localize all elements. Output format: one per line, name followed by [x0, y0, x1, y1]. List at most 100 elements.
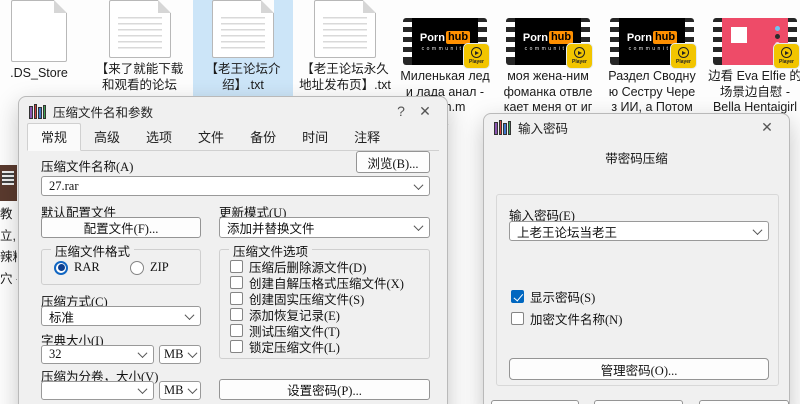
close-icon[interactable]: ✕ [413, 103, 437, 120]
qr-code-icon [731, 27, 747, 43]
archive-format-legend: 压缩文件格式 [51, 241, 135, 260]
cancel-button-partial[interactable] [594, 400, 683, 404]
help-button[interactable]: ? [389, 103, 413, 119]
player-badge-icon: Player [463, 43, 490, 69]
archive-options-group: 压缩文件选项 压缩后删除源文件(D) 创建自解压格式压缩文件(X) 创建固实压缩… [219, 241, 430, 359]
player-badge-icon: Player [773, 43, 800, 69]
pornhub-community-text: community [421, 46, 469, 52]
checkbox-encrypt-file-names[interactable]: 加密文件名称(N) [511, 309, 622, 328]
tab-backup[interactable]: 备份 [237, 124, 289, 150]
winrar-icon [494, 119, 511, 135]
archive-name-combobox[interactable]: 27.rar [41, 176, 430, 196]
chevron-down-icon[interactable] [187, 384, 198, 395]
checkbox[interactable] [230, 324, 243, 337]
file-name: 场景边自慰 - [719, 84, 791, 99]
tab-files[interactable]: 文件 [185, 124, 237, 150]
checkbox[interactable] [230, 340, 243, 353]
file-name: 地址发布页】.txt [299, 77, 391, 92]
archive-format-group: 压缩文件格式 RAR ZIP [41, 241, 201, 285]
dictionary-unit-value: MB [164, 347, 184, 361]
video-file-3[interactable]: Porn hub community Player Раздел Сводну ю… [602, 0, 702, 116]
chevron-down-icon[interactable] [413, 221, 424, 232]
chevron-down-icon[interactable] [137, 384, 148, 395]
checkbox[interactable] [511, 312, 524, 325]
password-value: 上老王论坛当老王 [517, 225, 618, 240]
radio-rar[interactable]: RAR [54, 260, 100, 275]
file-name: 穴 - [0, 271, 17, 286]
radio-button[interactable] [130, 260, 144, 275]
player-badge-icon: Player [670, 43, 697, 69]
pornhub-logo: Porn [419, 31, 445, 44]
tab-comment[interactable]: 注释 [341, 124, 393, 150]
file-ds-store[interactable]: .DS_Store [0, 0, 78, 82]
checkbox[interactable] [230, 292, 243, 305]
dialog-titlebar[interactable]: 压缩文件名和参数 ? ✕ [19, 97, 447, 125]
chevron-down-icon[interactable] [137, 348, 148, 359]
file-name: 辣粗 [0, 250, 17, 264]
checkbox-show-password[interactable]: 显示密码(S) [511, 287, 595, 306]
video-thumbnail-icon: Porn hub community Player [506, 18, 593, 69]
dialog-header: 带密码压缩 [605, 152, 668, 166]
file-txt-1[interactable]: 【来了就能下载 和观看的论坛 [92, 0, 187, 93]
dialog-titlebar[interactable]: 输入密码 ✕ [484, 114, 789, 140]
dictionary-unit-combobox[interactable]: MB [159, 345, 201, 364]
video-thumbnail-icon: Porn hub community Player [610, 18, 697, 69]
dialog-tabs: 常规 高级 选项 文件 备份 时间 注释 [27, 123, 439, 151]
video-file-2[interactable]: Porn hub community Player моя жена-ним фо… [498, 0, 598, 116]
file-name: 绍】.txt [222, 77, 264, 92]
file-name: 教 [0, 207, 13, 221]
partial-thumbnail-icon [0, 165, 17, 201]
file-txt-3[interactable]: 【老王论坛永久 地址发布页】.txt [295, 0, 395, 93]
file-name: фоманка отвле [503, 84, 593, 99]
radio-button[interactable] [54, 260, 68, 275]
file-name: ю Сестру Чере [608, 84, 696, 99]
desktop: .DS_Store 【来了就能下载 和观看的论坛 【老王论坛介 绍】.txt 【… [0, 0, 800, 404]
winrar-icon [29, 103, 46, 119]
split-volumes-unit-combobox[interactable]: MB [159, 381, 201, 400]
update-mode-combobox[interactable]: 添加并替换文件 [219, 217, 430, 238]
set-password-button[interactable]: 设置密码(P)... [219, 379, 430, 400]
radio-zip[interactable]: ZIP [130, 260, 169, 275]
help-button-partial[interactable] [699, 400, 789, 404]
checkbox-lock-archive[interactable]: 锁定压缩文件(L) [230, 337, 340, 356]
checkbox[interactable] [511, 290, 524, 303]
pornhub-community-text: community [628, 46, 676, 52]
chevron-down-icon[interactable] [413, 179, 424, 190]
blank-file-icon [11, 0, 67, 62]
chevron-down-icon[interactable] [752, 224, 763, 235]
chevron-down-icon[interactable] [187, 348, 198, 359]
video-file-4[interactable]: Player 边看 Eva Elfie 的 场景边自慰 - Bella Hent… [705, 0, 800, 116]
checkbox[interactable] [230, 260, 243, 273]
file-name: Раздел Сводну [608, 69, 696, 83]
video-thumbnail-icon: Porn hub community Player [403, 18, 490, 69]
archive-name-label: 压缩文件名称(A) [41, 160, 134, 174]
tab-advanced[interactable]: 高级 [81, 124, 133, 150]
password-input-combobox[interactable]: 上老王论坛当老王 [509, 221, 769, 241]
file-txt-2-selected[interactable]: 【老王论坛介 绍】.txt [193, 0, 293, 102]
file-name: 【老王论坛永久 [301, 62, 389, 76]
player-badge-icon: Player [566, 43, 593, 69]
tab-options[interactable]: 选项 [133, 124, 185, 150]
dialog-title: 压缩文件名和参数 [53, 105, 154, 120]
partial-file-left-edge[interactable]: 教 立, 辣粗 穴 - [0, 165, 17, 287]
checkbox[interactable] [230, 308, 243, 321]
profiles-button[interactable]: 配置文件(F)... [41, 217, 201, 238]
file-name: 【来了就能下载 [95, 62, 184, 76]
close-icon[interactable]: ✕ [755, 119, 779, 136]
compression-method-combobox[interactable]: 标准 [41, 306, 201, 326]
split-volumes-combobox[interactable] [41, 381, 154, 400]
archive-name-value: 27.rar [49, 178, 79, 193]
compression-method-value: 标准 [49, 310, 75, 325]
file-name: 立, [0, 228, 16, 243]
text-file-icon [212, 0, 274, 58]
browse-button[interactable]: 浏览(B)... [356, 151, 430, 173]
tab-time[interactable]: 时间 [289, 124, 341, 150]
ok-button-partial[interactable] [491, 400, 579, 404]
pornhub-logo: Porn [626, 31, 652, 44]
dictionary-size-combobox[interactable]: 32 [41, 345, 154, 364]
manage-passwords-button[interactable]: 管理密码(O)... [509, 358, 769, 380]
chevron-down-icon[interactable] [184, 309, 195, 320]
file-name: 【老王论坛介 [205, 62, 281, 76]
tab-general[interactable]: 常规 [27, 123, 82, 151]
checkbox[interactable] [230, 276, 243, 289]
